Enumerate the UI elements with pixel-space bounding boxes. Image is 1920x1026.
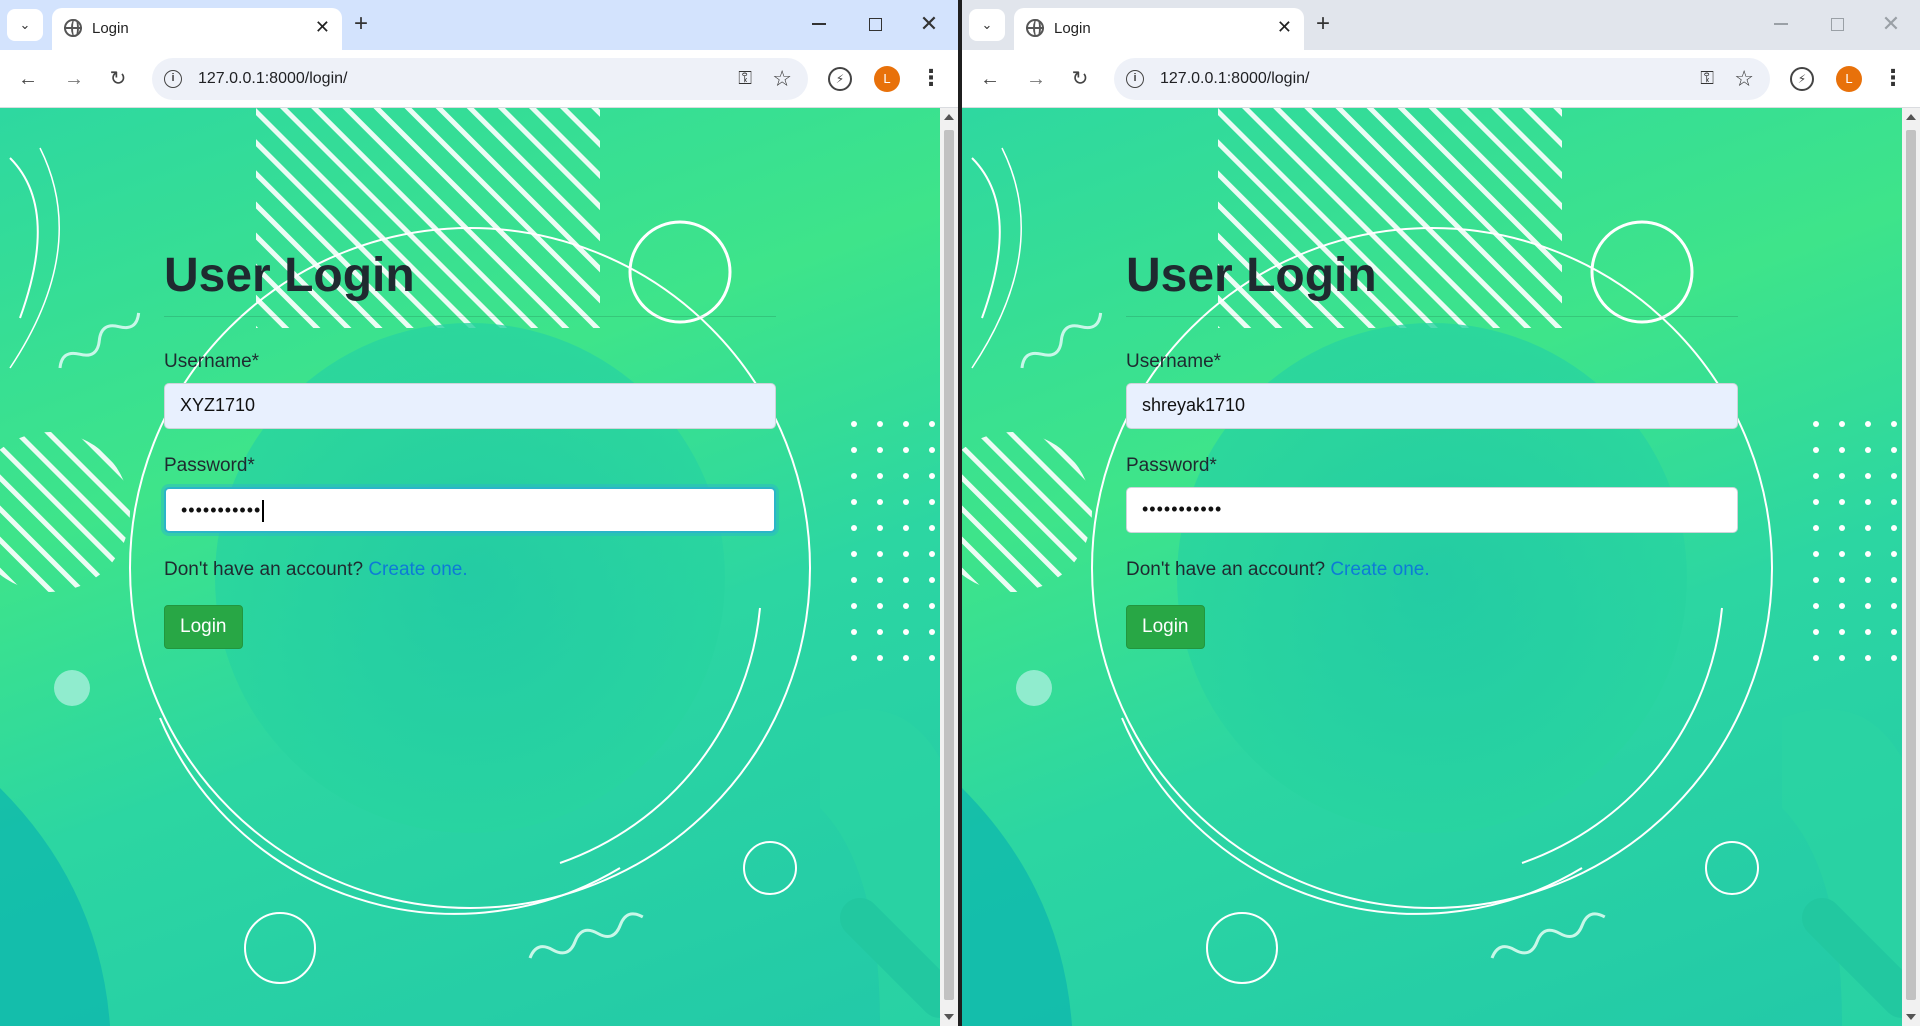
- close-icon[interactable]: ✕: [1277, 17, 1292, 37]
- scroll-down-icon[interactable]: [944, 1014, 954, 1020]
- avatar[interactable]: L: [1836, 66, 1862, 92]
- close-window-button[interactable]: ✕: [1876, 12, 1906, 36]
- reload-icon[interactable]: ↻: [1066, 65, 1094, 93]
- scrollbar-thumb[interactable]: [1906, 130, 1916, 1000]
- scrollbar[interactable]: [940, 108, 958, 1026]
- minimize-button[interactable]: [1766, 12, 1796, 36]
- arrow-right-icon[interactable]: →: [1022, 65, 1050, 93]
- minimize-button[interactable]: [804, 12, 834, 36]
- create-account-link[interactable]: Create one.: [368, 559, 467, 580]
- tab-login[interactable]: Login ✕: [1014, 8, 1304, 50]
- kebab-menu-icon[interactable]: ⋮: [1882, 64, 1904, 92]
- chevron-down-icon[interactable]: ⌄: [7, 9, 43, 41]
- close-icon[interactable]: ✕: [315, 17, 330, 37]
- login-form: User Login Username* shreyak1710 Passwor…: [1126, 248, 1738, 649]
- arrow-right-icon[interactable]: →: [60, 65, 88, 93]
- page-viewport: User Login Username* shreyak1710 Passwor…: [962, 108, 1902, 1026]
- username-field[interactable]: XYZ1710: [164, 383, 776, 429]
- kebab-menu-icon[interactable]: ⋮: [920, 64, 942, 92]
- close-window-button[interactable]: ✕: [914, 12, 944, 36]
- tab-title: Login: [1054, 20, 1091, 37]
- tab-login[interactable]: Login ✕: [52, 8, 342, 50]
- tab-strip: ⌄ Login ✕ + ✕: [962, 0, 1920, 50]
- signup-prompt-text: Don't have an account?: [1126, 559, 1326, 580]
- username-label: Username*: [1126, 351, 1222, 372]
- globe-icon: [64, 19, 82, 37]
- text-caret: [262, 500, 264, 523]
- globe-icon: [1026, 19, 1044, 37]
- browser-window-left: ⌄ Login ✕ + ✕ ← → ↻ i 127.0.0.1:8000/log…: [0, 0, 958, 1026]
- login-button[interactable]: Login: [164, 605, 243, 649]
- plus-icon[interactable]: +: [1316, 11, 1330, 37]
- scroll-up-icon[interactable]: [1906, 114, 1916, 120]
- scrollbar[interactable]: [1902, 108, 1920, 1026]
- arrow-left-icon[interactable]: ←: [14, 65, 42, 93]
- username-field[interactable]: shreyak1710: [1126, 383, 1738, 429]
- password-field[interactable]: •••••••••••: [164, 487, 776, 533]
- star-icon[interactable]: ☆: [772, 66, 792, 92]
- password-label: Password*: [164, 455, 255, 476]
- username-value: shreyak1710: [1142, 395, 1246, 415]
- toolbar: ← → ↻ i 127.0.0.1:8000/login/ ⚿ ☆ ⚡ L ⋮: [0, 50, 958, 108]
- toolbar: ← → ↻ i 127.0.0.1:8000/login/ ⚿ ☆ ⚡ L ⋮: [962, 50, 1920, 108]
- extension-icon[interactable]: ⚡: [828, 67, 852, 91]
- desktop: ⌄ Login ✕ + ✕ ← → ↻ i 127.0.0.1:8000/log…: [0, 0, 1920, 1026]
- password-label: Password*: [1126, 455, 1217, 476]
- key-icon[interactable]: ⚿: [738, 68, 752, 89]
- username-label: Username*: [164, 351, 260, 372]
- login-form: User Login Username* XYZ1710 Password* •…: [164, 248, 776, 649]
- plus-icon[interactable]: +: [354, 11, 368, 37]
- create-account-link[interactable]: Create one.: [1330, 559, 1429, 580]
- arrow-left-icon[interactable]: ←: [976, 65, 1004, 93]
- maximize-button[interactable]: [860, 12, 890, 37]
- extension-icon[interactable]: ⚡: [1790, 67, 1814, 91]
- signup-prompt: Don't have an account? Create one.: [164, 559, 776, 581]
- page-title: User Login: [1126, 248, 1738, 317]
- signup-prompt-text: Don't have an account?: [164, 559, 364, 580]
- info-icon[interactable]: i: [1126, 70, 1144, 88]
- tab-strip: ⌄ Login ✕ + ✕: [0, 0, 958, 50]
- page-viewport: User Login Username* XYZ1710 Password* •…: [0, 108, 940, 1026]
- signup-prompt: Don't have an account? Create one.: [1126, 559, 1738, 581]
- password-value: •••••••••••: [1142, 499, 1223, 519]
- username-value: XYZ1710: [180, 395, 256, 415]
- scroll-down-icon[interactable]: [1906, 1014, 1916, 1020]
- address-bar[interactable]: i 127.0.0.1:8000/login/ ⚿ ☆: [1114, 58, 1770, 100]
- maximize-button[interactable]: [1822, 12, 1852, 37]
- tab-title: Login: [92, 20, 129, 37]
- scroll-up-icon[interactable]: [944, 114, 954, 120]
- browser-window-right: ⌄ Login ✕ + ✕ ← → ↻ i 127.0.0.1:8000/log…: [962, 0, 1920, 1026]
- chevron-down-icon[interactable]: ⌄: [969, 9, 1005, 41]
- url-text[interactable]: 127.0.0.1:8000/login/: [1160, 70, 1309, 88]
- avatar[interactable]: L: [874, 66, 900, 92]
- key-icon[interactable]: ⚿: [1700, 68, 1714, 89]
- star-icon[interactable]: ☆: [1734, 66, 1754, 92]
- login-button[interactable]: Login: [1126, 605, 1205, 649]
- password-value: •••••••••••: [181, 500, 262, 520]
- reload-icon[interactable]: ↻: [104, 65, 132, 93]
- scrollbar-thumb[interactable]: [944, 130, 954, 1000]
- address-bar[interactable]: i 127.0.0.1:8000/login/ ⚿ ☆: [152, 58, 808, 100]
- password-field[interactable]: •••••••••••: [1126, 487, 1738, 533]
- info-icon[interactable]: i: [164, 70, 182, 88]
- url-text[interactable]: 127.0.0.1:8000/login/: [198, 70, 347, 88]
- page-title: User Login: [164, 248, 776, 317]
